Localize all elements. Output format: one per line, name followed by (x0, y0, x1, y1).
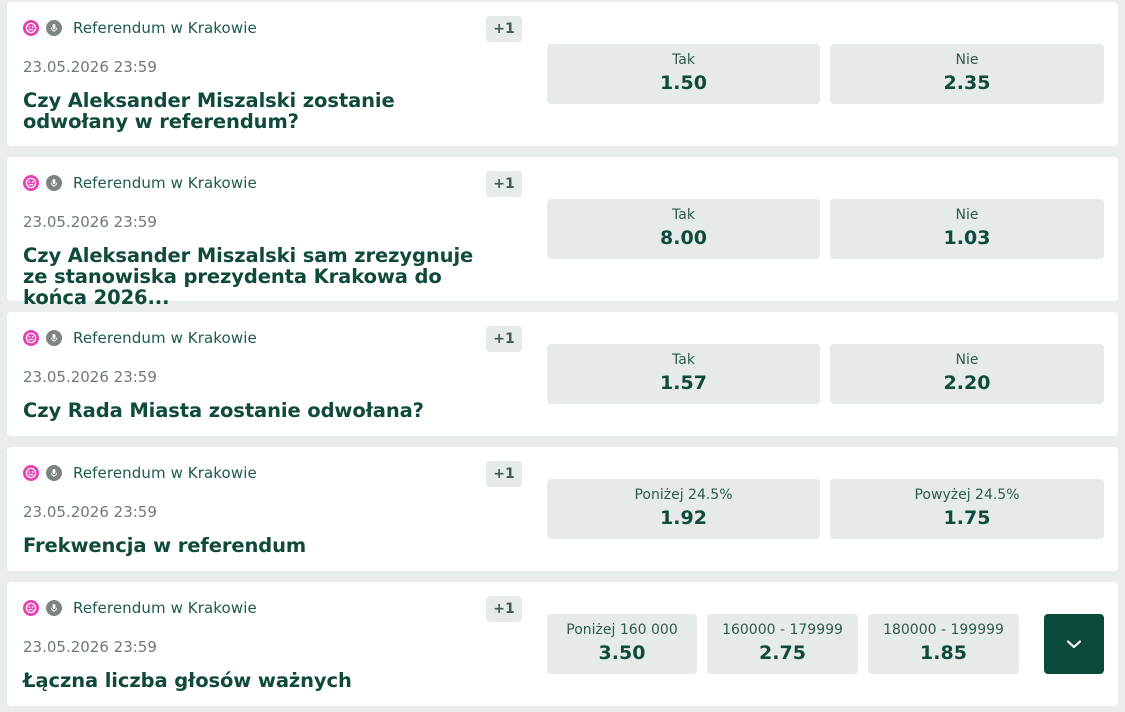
odds-button[interactable]: Tak 1.57 (547, 344, 820, 404)
politics-icon (23, 465, 39, 481)
market-card: Referendum w Krakowie +1 23.05.2026 23:5… (7, 157, 1118, 308)
market-meta: Referendum w Krakowie (23, 325, 257, 351)
odds-value: 1.85 (920, 642, 967, 664)
odds-button[interactable]: Nie 1.03 (830, 199, 1104, 259)
market-card: Referendum w Krakowie +1 23.05.2026 23:5… (7, 447, 1118, 571)
market-card: Referendum w Krakowie +1 23.05.2026 23:5… (7, 2, 1118, 146)
odds-value: 1.92 (660, 507, 707, 529)
event-datetime: 23.05.2026 23:59 (23, 503, 157, 521)
odds-label: Poniżej 24.5% (634, 487, 733, 503)
odds-button[interactable]: 160000 - 179999 2.75 (707, 614, 858, 674)
odds-value: 1.03 (943, 227, 991, 249)
odds-label: Nie (955, 52, 979, 68)
more-markets-badge[interactable]: +1 (486, 326, 522, 352)
microphone-icon (46, 175, 62, 191)
odds-value: 1.50 (660, 72, 707, 94)
odds-button[interactable]: 180000 - 199999 1.85 (868, 614, 1019, 674)
market-title[interactable]: Czy Rada Miasta zostanie odwołana? (23, 400, 503, 421)
market-title[interactable]: Łączna liczba głosów ważnych (23, 670, 503, 691)
more-markets-badge[interactable]: +1 (486, 171, 522, 197)
odds-button[interactable]: Tak 8.00 (547, 199, 820, 259)
odds-label: Tak (672, 352, 695, 368)
microphone-icon (46, 600, 62, 616)
odds-label: Powyżej 24.5% (914, 487, 1020, 503)
odds-value: 1.75 (943, 507, 991, 529)
market-title[interactable]: Frekwencja w referendum (23, 535, 503, 556)
odds-label: Tak (672, 207, 695, 223)
event-datetime: 23.05.2026 23:59 (23, 638, 157, 656)
market-meta: Referendum w Krakowie (23, 460, 257, 486)
event-datetime: 23.05.2026 23:59 (23, 368, 157, 386)
odds-value: 1.57 (660, 372, 707, 394)
odds-value: 2.20 (943, 372, 991, 394)
league-name[interactable]: Referendum w Krakowie (73, 19, 257, 37)
odds-label: Tak (672, 52, 695, 68)
market-meta: Referendum w Krakowie (23, 170, 257, 196)
odds-value: 3.50 (598, 642, 646, 664)
league-name[interactable]: Referendum w Krakowie (73, 174, 257, 192)
microphone-icon (46, 330, 62, 346)
event-datetime: 23.05.2026 23:59 (23, 213, 157, 231)
more-markets-badge[interactable]: +1 (486, 16, 522, 42)
league-name[interactable]: Referendum w Krakowie (73, 329, 257, 347)
market-meta: Referendum w Krakowie (23, 595, 257, 621)
odds-value: 2.75 (759, 642, 806, 664)
odds-label: Poniżej 160 000 (566, 622, 678, 638)
odds-button[interactable]: Powyżej 24.5% 1.75 (830, 479, 1104, 539)
market-title[interactable]: Czy Aleksander Miszalski sam zrezygnuje … (23, 245, 503, 308)
odds-button[interactable]: Nie 2.20 (830, 344, 1104, 404)
expand-odds-button[interactable] (1044, 614, 1104, 674)
odds-button[interactable]: Nie 2.35 (830, 44, 1104, 104)
politics-icon (23, 600, 39, 616)
league-name[interactable]: Referendum w Krakowie (73, 599, 257, 617)
odds-label: Nie (955, 207, 979, 223)
more-markets-badge[interactable]: +1 (486, 596, 522, 622)
politics-icon (23, 20, 39, 36)
market-title[interactable]: Czy Aleksander Miszalski zostanie odwoła… (23, 90, 503, 132)
odds-button[interactable]: Tak 1.50 (547, 44, 820, 104)
odds-label: Nie (955, 352, 979, 368)
microphone-icon (46, 465, 62, 481)
microphone-icon (46, 20, 62, 36)
politics-icon (23, 175, 39, 191)
market-card: Referendum w Krakowie +1 23.05.2026 23:5… (7, 582, 1118, 706)
politics-icon (23, 330, 39, 346)
event-datetime: 23.05.2026 23:59 (23, 58, 157, 76)
odds-button[interactable]: Poniżej 160 000 3.50 (547, 614, 697, 674)
chevron-down-icon (1066, 640, 1082, 649)
market-card: Referendum w Krakowie +1 23.05.2026 23:5… (7, 312, 1118, 436)
more-markets-badge[interactable]: +1 (486, 461, 522, 487)
odds-button[interactable]: Poniżej 24.5% 1.92 (547, 479, 820, 539)
odds-label: 160000 - 179999 (722, 622, 843, 638)
odds-value: 8.00 (660, 227, 707, 249)
market-meta: Referendum w Krakowie (23, 15, 257, 41)
odds-label: 180000 - 199999 (883, 622, 1004, 638)
odds-value: 2.35 (943, 72, 991, 94)
league-name[interactable]: Referendum w Krakowie (73, 464, 257, 482)
